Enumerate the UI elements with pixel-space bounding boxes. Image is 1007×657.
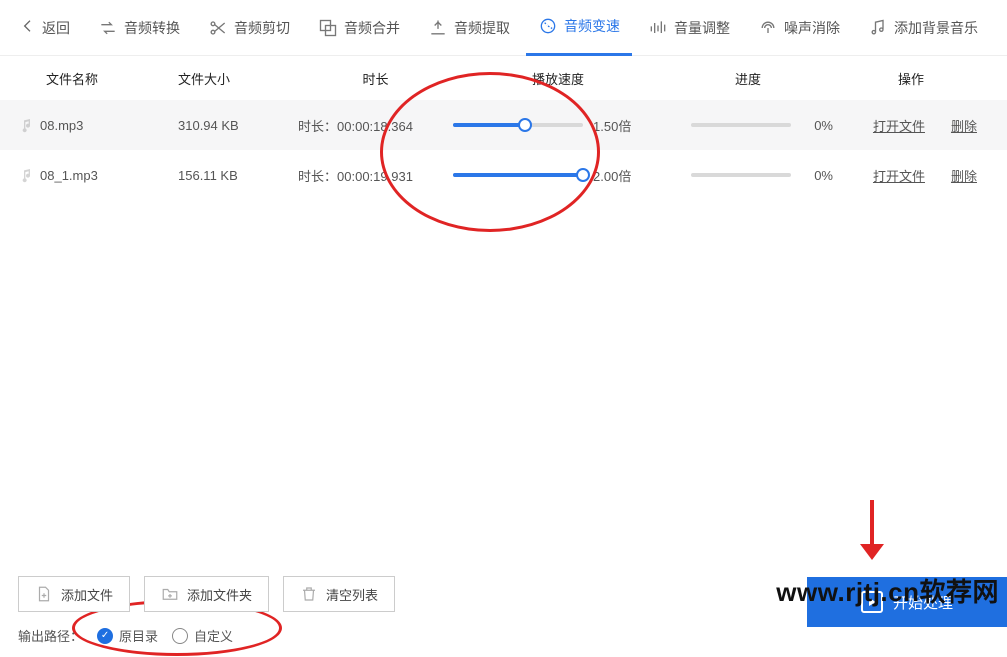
merge-icon — [318, 18, 338, 38]
extract-icon — [428, 18, 448, 38]
tab-merge[interactable]: 音频合并 — [306, 0, 412, 56]
slider-knob[interactable] — [518, 118, 532, 132]
tab-bgm[interactable]: 添加背景音乐 — [856, 0, 990, 56]
radio-custom-dir[interactable]: 自定义 — [172, 626, 233, 645]
open-file-button[interactable]: 打开文件 — [873, 116, 925, 135]
speed-value: 2.00倍 — [593, 166, 639, 185]
tab-trim[interactable]: 音频剪切 — [196, 0, 302, 56]
delete-button[interactable]: 删除 — [951, 166, 977, 185]
file-size: 156.11 KB — [178, 168, 298, 183]
start-process-button[interactable]: 开始处理 — [807, 577, 1007, 627]
speed-slider[interactable] — [453, 123, 583, 127]
tab-label: 音量调整 — [674, 18, 730, 38]
tab-label: 音频提取 — [454, 18, 510, 38]
output-path-row: 输出路径： 原目录 自定义 — [18, 626, 989, 645]
annotation-arrow — [852, 498, 892, 568]
bottom-bar: 添加文件 添加文件夹 清空列表 开始处理 输出路径： 原目录 自定义 — [0, 562, 1007, 657]
tab-volume[interactable]: 音量调整 — [636, 0, 742, 56]
start-process-label: 开始处理 — [893, 592, 953, 613]
progress-bar — [691, 173, 791, 177]
speed-cell: 1.50倍 — [453, 116, 663, 135]
open-file-button[interactable]: 打开文件 — [873, 166, 925, 185]
tab-label: 音频转换 — [124, 18, 180, 38]
speed-value: 1.50倍 — [593, 116, 639, 135]
add-folder-label: 添加文件夹 — [187, 585, 252, 604]
speed-slider[interactable] — [453, 173, 583, 177]
music-icon — [18, 167, 34, 183]
file-name-cell: 08.mp3 — [18, 117, 178, 133]
slider-fill — [453, 123, 525, 127]
trash-icon — [300, 585, 318, 603]
slider-fill — [453, 173, 583, 177]
clear-list-button[interactable]: 清空列表 — [283, 576, 395, 612]
col-ops: 操作 — [833, 69, 989, 88]
speed-cell: 2.00倍 — [453, 166, 663, 185]
file-size: 310.94 KB — [178, 118, 298, 133]
radio-dot-icon — [172, 628, 188, 644]
file-name: 08_1.mp3 — [40, 168, 98, 183]
table-row: 08.mp3 310.94 KB 时长：00:00:18.364 1.50倍 0… — [0, 100, 1007, 150]
delete-button[interactable]: 删除 — [951, 116, 977, 135]
add-file-button[interactable]: 添加文件 — [18, 576, 130, 612]
tab-label: 噪声消除 — [784, 18, 840, 38]
ops-cell: 打开文件 删除 — [833, 166, 989, 185]
tab-extract[interactable]: 音频提取 — [416, 0, 522, 56]
music-icon — [18, 117, 34, 133]
back-arrow-icon — [20, 18, 36, 37]
scissors-icon — [208, 18, 228, 38]
folder-plus-icon — [161, 585, 179, 603]
progress-cell: 0% — [663, 168, 833, 183]
progress-pct: 0% — [801, 118, 833, 133]
speed-icon — [538, 16, 558, 36]
table-row: 08_1.mp3 156.11 KB 时长：00:00:19.931 2.00倍… — [0, 150, 1007, 200]
volume-icon — [648, 18, 668, 38]
tab-label: 添加背景音乐 — [894, 18, 978, 38]
file-name: 08.mp3 — [40, 118, 83, 133]
radio-dot-icon — [97, 628, 113, 644]
col-size: 文件大小 — [178, 69, 298, 88]
radio-original-label: 原目录 — [119, 626, 158, 645]
add-file-label: 添加文件 — [61, 585, 113, 604]
tab-denoise[interactable]: 噪声消除 — [746, 0, 852, 56]
col-speed: 播放速度 — [453, 69, 663, 88]
tab-label: 音频合并 — [344, 18, 400, 38]
top-toolbar: 返回 音频转换 音频剪切 音频合并 音频提取 音频变速 音量调整 噪声消除 添加… — [0, 0, 1007, 56]
play-icon — [861, 591, 883, 613]
slider-knob[interactable] — [576, 168, 590, 182]
progress-pct: 0% — [801, 168, 833, 183]
clear-list-label: 清空列表 — [326, 585, 378, 604]
radio-original-dir[interactable]: 原目录 — [97, 626, 158, 645]
file-plus-icon — [35, 585, 53, 603]
add-folder-button[interactable]: 添加文件夹 — [144, 576, 269, 612]
col-name: 文件名称 — [18, 69, 178, 88]
progress-cell: 0% — [663, 118, 833, 133]
output-path-label: 输出路径： — [18, 626, 83, 645]
table-header: 文件名称 文件大小 时长 播放速度 进度 操作 — [0, 56, 1007, 100]
convert-icon — [98, 18, 118, 38]
bottom-buttons: 添加文件 添加文件夹 清空列表 开始处理 — [18, 576, 989, 612]
back-button[interactable]: 返回 — [8, 18, 82, 38]
tab-label: 音频变速 — [564, 16, 620, 36]
file-name-cell: 08_1.mp3 — [18, 167, 178, 183]
tab-speed[interactable]: 音频变速 — [526, 0, 632, 56]
tab-convert[interactable]: 音频转换 — [86, 0, 192, 56]
file-duration: 时长：00:00:19.931 — [298, 166, 453, 185]
ops-cell: 打开文件 删除 — [833, 116, 989, 135]
col-progress: 进度 — [663, 69, 833, 88]
tab-label: 音频剪切 — [234, 18, 290, 38]
music-plus-icon — [868, 18, 888, 38]
file-duration: 时长：00:00:18.364 — [298, 116, 453, 135]
progress-bar — [691, 123, 791, 127]
col-duration: 时长 — [298, 69, 453, 88]
back-label: 返回 — [42, 18, 70, 38]
denoise-icon — [758, 18, 778, 38]
radio-custom-label: 自定义 — [194, 626, 233, 645]
